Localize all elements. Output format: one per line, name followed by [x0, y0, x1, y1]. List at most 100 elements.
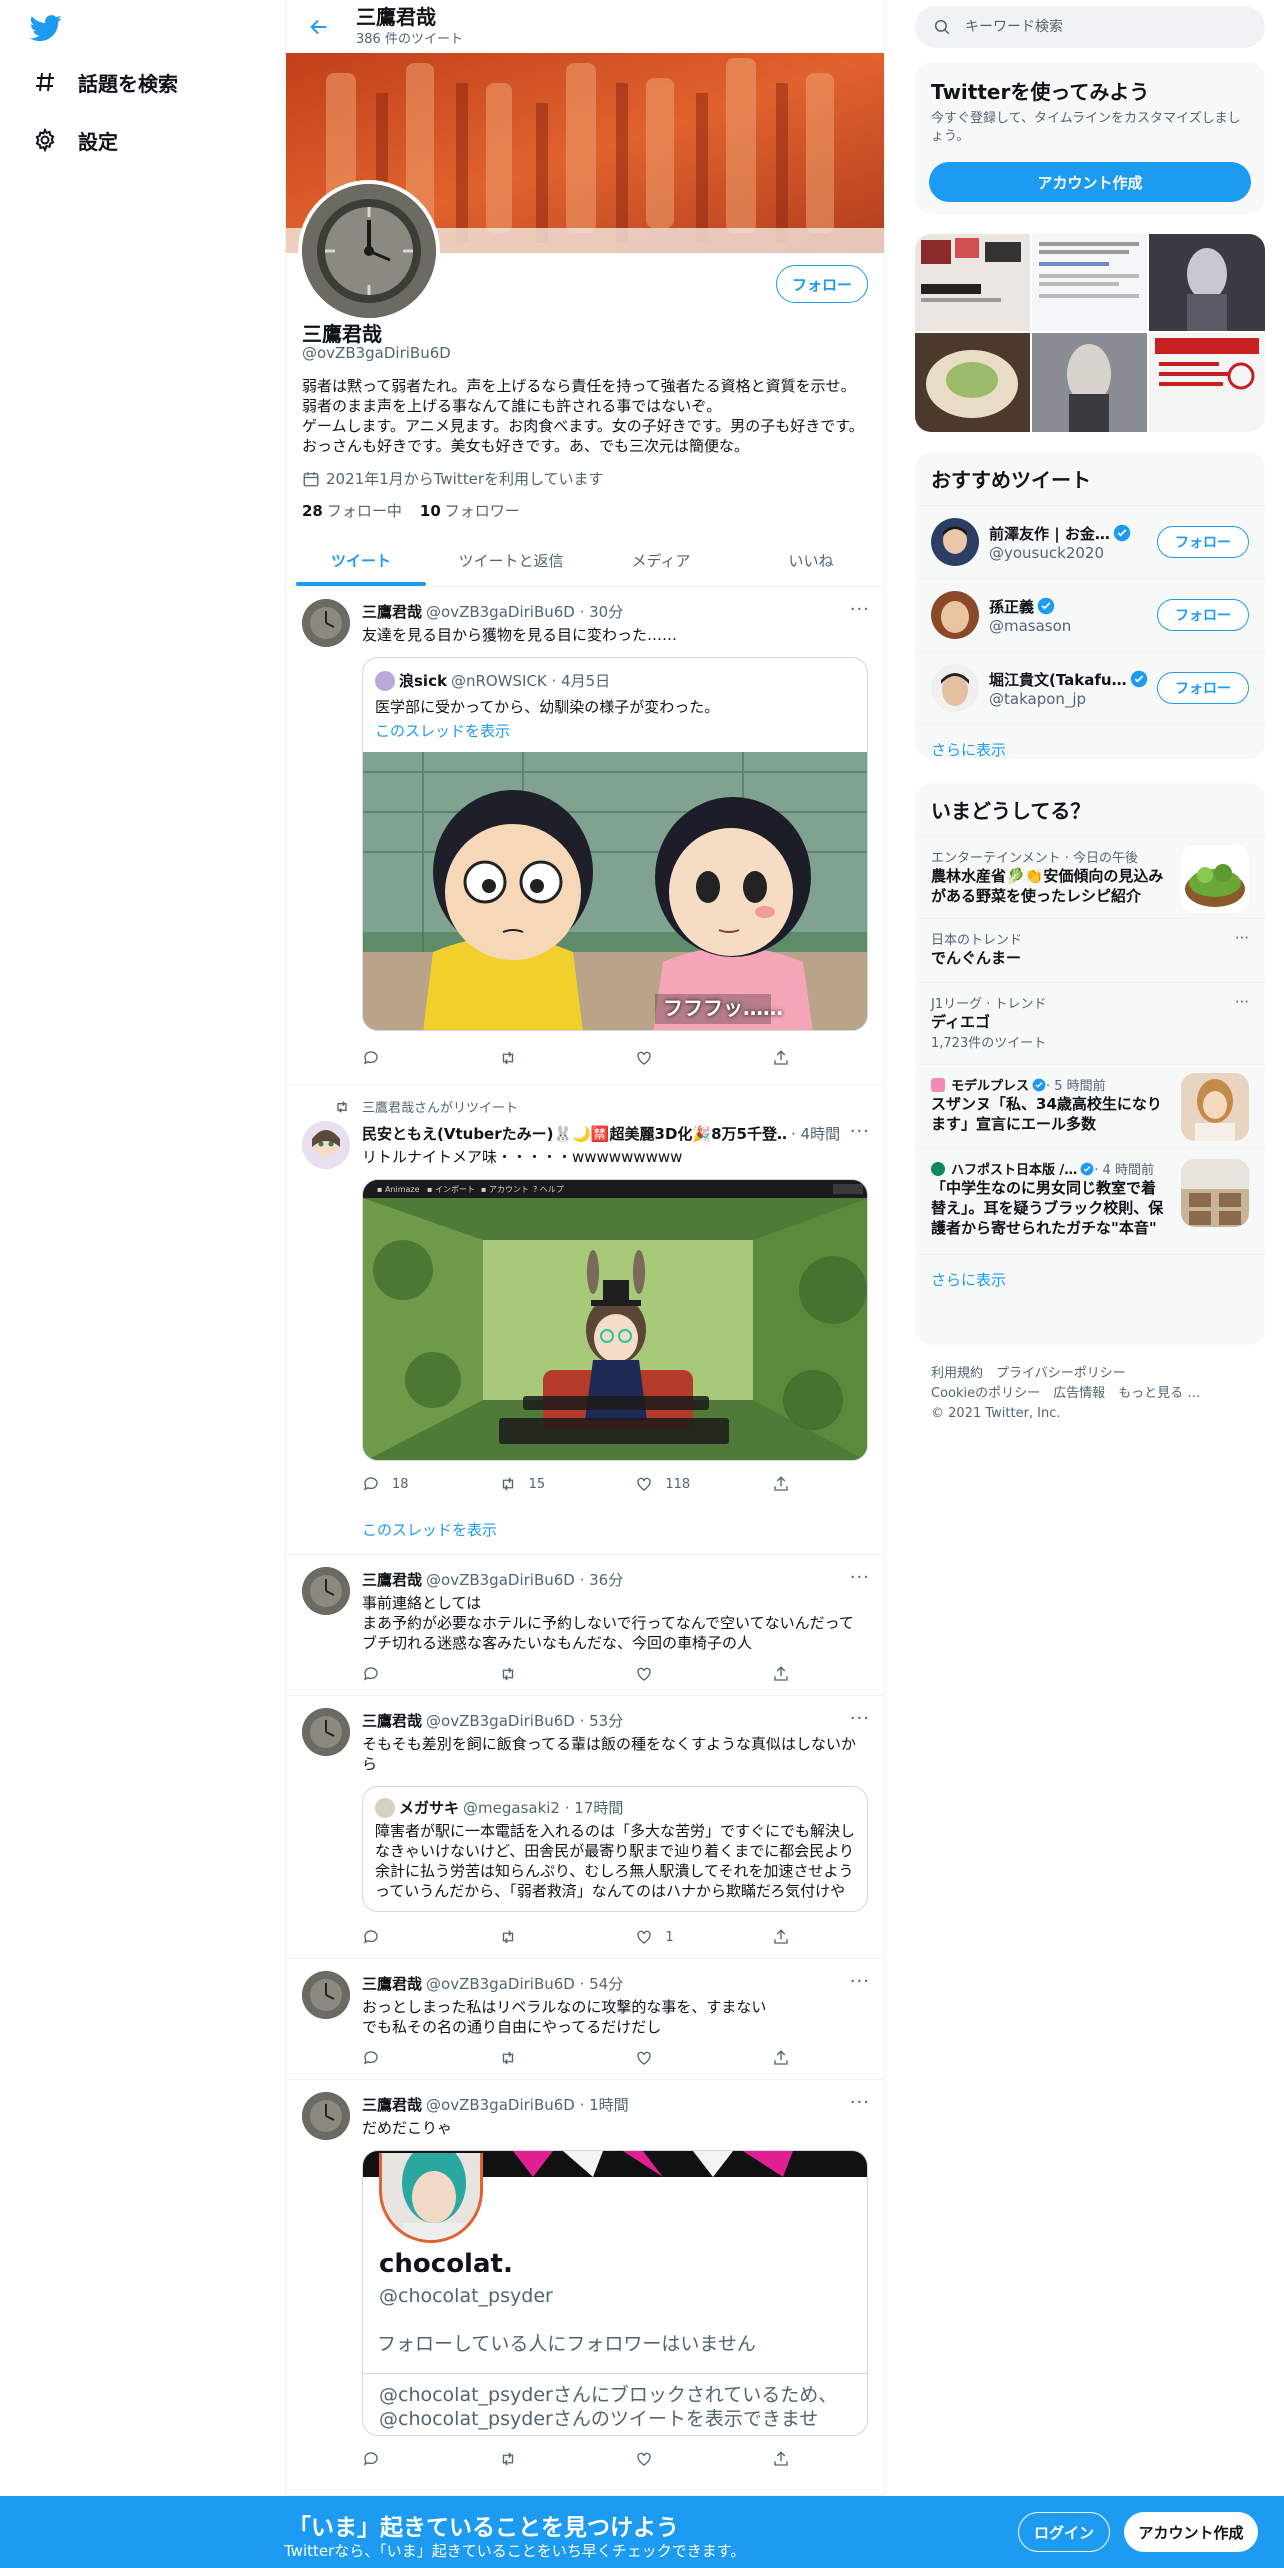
retweet-label[interactable]: 三鷹君哉さんがリツイート — [362, 1097, 518, 1116]
tweet-avatar[interactable] — [302, 1121, 350, 1169]
share-icon[interactable] — [772, 1928, 792, 1946]
tweet[interactable]: 三鷹君哉 @ovZB3gaDiriBu6D · 36分 ··· 事前連絡としては … — [286, 1555, 884, 1696]
tweet-author-name[interactable]: 三鷹君哉 — [362, 1710, 422, 1731]
tab-tweets[interactable]: ツイート — [286, 534, 436, 586]
search-input[interactable] — [965, 19, 1225, 35]
reply-icon[interactable] — [362, 2450, 472, 2468]
tweet[interactable]: 三鷹君哉 @ovZB3gaDiriBu6D · 53分 ··· そもそも差別を飼に… — [286, 1696, 884, 1959]
share-icon[interactable] — [772, 1049, 792, 1067]
tweet-text: だめだこりゃ — [362, 2119, 453, 2137]
tweet[interactable]: 三鷹君哉 @ovZB3gaDiriBu6D · 1時間 ··· だめだこりゃ ch… — [286, 2080, 884, 2496]
reply-icon[interactable] — [362, 1049, 472, 1067]
anime-image[interactable]: フフフッ…… — [363, 752, 867, 1030]
rec-user[interactable]: 前澤友作 | お金… @yousuck2020 フォロー — [915, 505, 1265, 578]
retweet-icon[interactable] — [499, 1049, 609, 1067]
signup-button[interactable]: アカウント作成 — [1124, 2512, 1258, 2552]
tab-media[interactable]: メディア — [586, 534, 736, 586]
tweet-meta: @ovZB3gaDiriBu6D · 30分 — [426, 603, 624, 621]
trend-item[interactable]: 日本のトレンド でんぐんまー ··· — [915, 918, 1265, 982]
tab-likes[interactable]: いいね — [736, 534, 884, 586]
more-icon[interactable]: ··· — [1235, 929, 1249, 947]
like-button[interactable]: 118 — [635, 1475, 745, 1493]
share-icon[interactable] — [772, 1665, 792, 1683]
tweet-avatar[interactable] — [302, 2092, 350, 2140]
rec-handle: @yousuck2020 — [989, 543, 1104, 562]
news-item[interactable]: モデルプレス · 5 時間前 スザンヌ「私、34歳高校生になります」宣言にエール… — [915, 1064, 1265, 1148]
create-account-button[interactable]: アカウント作成 — [929, 162, 1251, 202]
followers-link[interactable]: 10 フォロワー — [420, 500, 520, 521]
rec-show-more-link[interactable]: さらに表示 — [915, 724, 1265, 759]
tweet-author-name[interactable]: 三鷹君哉 — [362, 601, 422, 622]
rec-user[interactable]: 堀江貴文(Takafu… @takapon_jp フォロー — [915, 651, 1265, 724]
share-icon[interactable] — [772, 1475, 792, 1493]
retweet-icon[interactable] — [499, 2049, 609, 2067]
profile-tabs: ツイート ツイートと返信 メディア いいね — [286, 534, 884, 587]
nav-settings[interactable]: 設定 — [32, 120, 118, 160]
rec-follow-button[interactable]: フォロー — [1157, 672, 1249, 704]
footer-line-1[interactable]: 利用規約 プライバシーポリシー — [931, 1364, 1261, 1384]
trend-item[interactable]: エンターテインメント · 今日の午後 農林水産省🥬👏安価傾向の見込みがある野菜を… — [915, 836, 1265, 918]
tweet-media[interactable]: ▪ Animaze ▪ インポート ▪ アカウント ? ヘルプ — [362, 1179, 868, 1461]
following-link[interactable]: 28 フォロー中 — [302, 500, 402, 521]
tab-tweets-replies[interactable]: ツイートと返信 — [436, 534, 586, 586]
quoted-tweet[interactable]: メガサキ @megasaki2 · 17時間 障害者が駅に一本電話を入れるのは「… — [362, 1786, 868, 1912]
more-icon[interactable]: ··· — [850, 2092, 870, 2113]
quoted-tweet[interactable]: 浪sick @nROWSICK · 4月5日 医学部に受かってから、幼馴染の様子… — [362, 657, 868, 1031]
share-icon[interactable] — [772, 2450, 792, 2468]
rec-follow-button[interactable]: フォロー — [1157, 526, 1249, 558]
rec-follow-button[interactable]: フォロー — [1157, 599, 1249, 631]
retweet-icon[interactable] — [499, 2450, 609, 2468]
tweet-avatar[interactable] — [302, 1567, 350, 1615]
more-icon[interactable]: ··· — [850, 1567, 870, 1588]
like-icon[interactable] — [635, 2450, 745, 2468]
nav-explore[interactable]: 話題を検索 — [32, 62, 178, 102]
search-box[interactable] — [915, 6, 1265, 48]
more-icon[interactable]: ··· — [850, 599, 870, 620]
reply-icon[interactable] — [362, 1665, 472, 1683]
tweet[interactable]: 三鷹君哉 @ovZB3gaDiriBu6D · 54分 ··· おっとしまった私は… — [286, 1959, 884, 2080]
reply-icon[interactable] — [362, 1928, 472, 1946]
more-icon[interactable]: ··· — [1235, 993, 1249, 1011]
reply-icon[interactable] — [362, 2049, 472, 2067]
retweet-button[interactable]: 15 — [499, 1475, 609, 1493]
twitter-logo-icon[interactable] — [29, 12, 62, 44]
trend-item[interactable]: J1リーグ · トレンド ディエゴ 1,723件のツイート ··· — [915, 982, 1265, 1064]
media-gallery[interactable] — [915, 234, 1265, 432]
news-item[interactable]: ハフポスト日本版 /… · 4 時間前 「中学生なのに男女同じ教室で着替え」。耳… — [915, 1148, 1265, 1254]
footer-line-2[interactable]: Cookieのポリシー 広告情報 もっと見る … — [931, 1384, 1261, 1404]
like-icon[interactable] — [635, 1665, 745, 1683]
tweet-avatar[interactable] — [302, 599, 350, 647]
retweet-icon[interactable] — [499, 1665, 609, 1683]
profile-screenshot-image[interactable]: chocolat. @chocolat_psyder フォローしている人にフォロ… — [362, 2150, 868, 2436]
like-icon[interactable] — [635, 2049, 745, 2067]
show-thread-link[interactable]: このスレッドを表示 — [362, 1519, 497, 1540]
tweet-author-name[interactable]: 民安ともえ(Vtuberたみー)🐰🌙🈲超美麗3D化🎉8万5千登… — [362, 1123, 786, 1144]
back-arrow-icon[interactable] — [302, 10, 336, 44]
tweet-avatar[interactable] — [302, 1971, 350, 2019]
tweet-avatar[interactable] — [302, 1708, 350, 1756]
show-thread-link[interactable]: このスレッドを表示 — [375, 720, 510, 741]
like-icon — [637, 1477, 651, 1491]
signup-title: Twitterを使ってみよう — [931, 80, 1150, 104]
tweet-author-name[interactable]: 三鷹君哉 — [362, 2094, 422, 2115]
retweet-small-icon — [334, 1099, 350, 1115]
like-button[interactable]: 1 — [635, 1928, 745, 1946]
rec-avatar — [931, 518, 979, 566]
tweet[interactable]: 三鷹君哉 @ovZB3gaDiriBu6D · 30分 ··· 友達を見る目から獲… — [286, 587, 884, 1085]
more-icon[interactable]: ··· — [850, 1971, 870, 1992]
retweet-icon[interactable] — [499, 1928, 609, 1946]
tweet-author-name[interactable]: 三鷹君哉 — [362, 1973, 422, 1994]
rec-user[interactable]: 孫正義 @masason フォロー — [915, 578, 1265, 651]
login-button[interactable]: ログイン — [1018, 2512, 1110, 2552]
reply-button[interactable]: 18 — [362, 1475, 472, 1493]
follow-button[interactable]: フォロー — [776, 265, 868, 303]
share-icon[interactable] — [772, 2049, 792, 2067]
tweet-author-name[interactable]: 三鷹君哉 — [362, 1569, 422, 1590]
trends-show-more-link[interactable]: さらに表示 — [915, 1254, 1265, 1304]
tweet[interactable]: 三鷹君哉さんがリツイート 民安ともえ(Vtuberたみー)🐰🌙🈲超美麗3D化🎉8… — [286, 1085, 884, 1555]
profile-avatar[interactable] — [298, 180, 440, 322]
like-icon[interactable] — [635, 1049, 745, 1067]
quoted-avatar — [375, 1797, 395, 1818]
more-icon[interactable]: ··· — [850, 1121, 870, 1142]
more-icon[interactable]: ··· — [850, 1708, 870, 1729]
